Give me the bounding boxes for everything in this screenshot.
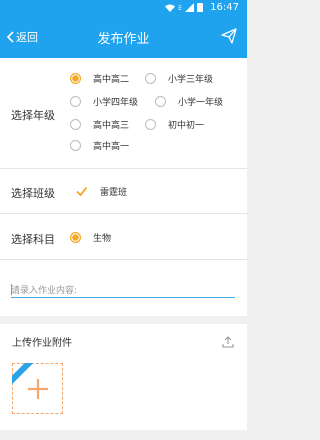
subject-option-label: 生物 — [93, 234, 112, 244]
grade-option[interactable]: 高中高二 — [70, 72, 129, 85]
grade-option[interactable]: 小学三年级 — [145, 72, 213, 85]
grade-option[interactable]: 小学四年级 — [70, 95, 138, 108]
radio-icon — [145, 73, 156, 84]
radio-icon — [155, 96, 166, 107]
status-bar: E 16:47 — [0, 0, 247, 16]
class-label: 选择班级 — [11, 187, 55, 200]
divider — [0, 259, 247, 260]
send-icon — [221, 28, 237, 44]
radio-icon — [70, 140, 81, 151]
radio-icon — [70, 96, 81, 107]
app-bar: 返回 发布作业 — [0, 16, 247, 58]
divider — [0, 168, 247, 169]
add-attachment-button[interactable] — [12, 363, 63, 414]
wifi-icon — [165, 4, 176, 12]
radio-selected-icon — [70, 232, 81, 243]
form-card: 选择年级 高中高二 小学三年级 小学四年级 小学一年级 高中高三 初中初一 高中… — [0, 58, 247, 316]
checkbox-checked-icon — [76, 186, 87, 197]
grade-option[interactable]: 高中高一 — [70, 139, 129, 152]
grade-option-label: 小学四年级 — [93, 98, 139, 108]
homework-input-placeholder: 请录入作业内容: — [11, 286, 78, 296]
grade-option-label: 高中高二 — [93, 75, 130, 85]
grade-label: 选择年级 — [11, 109, 55, 122]
class-option-label: 雷霆班 — [100, 188, 128, 198]
radio-selected-icon — [70, 73, 81, 84]
signal-icon — [185, 3, 194, 12]
grade-option[interactable]: 高中高三 — [70, 118, 129, 131]
subject-label: 选择科目 — [11, 233, 55, 246]
grade-option-label: 初中初一 — [168, 121, 205, 131]
plus-icon — [28, 379, 48, 399]
grade-option[interactable]: 初中初一 — [145, 118, 204, 131]
status-icons: E — [165, 3, 203, 12]
radio-icon — [145, 119, 156, 130]
input-underline — [11, 297, 235, 298]
attachment-title: 上传作业附件 — [12, 338, 72, 349]
radio-icon — [70, 119, 81, 130]
upload-icon — [222, 336, 234, 348]
network-type: E — [178, 5, 182, 12]
grade-option[interactable]: 小学一年级 — [155, 95, 223, 108]
page-title: 发布作业 — [97, 32, 150, 47]
send-button[interactable] — [221, 28, 237, 48]
battery-icon — [197, 3, 203, 12]
status-time: 16:47 — [210, 2, 239, 13]
subject-option[interactable]: 生物 — [70, 231, 111, 244]
divider — [0, 213, 247, 214]
grade-option-label: 小学三年级 — [168, 75, 214, 85]
grade-option-label: 高中高三 — [93, 121, 130, 131]
upload-button[interactable] — [222, 333, 234, 352]
grade-option-label: 高中高一 — [93, 142, 130, 152]
grade-option-label: 小学一年级 — [178, 98, 224, 108]
class-option[interactable]: 雷霆班 — [76, 185, 127, 198]
